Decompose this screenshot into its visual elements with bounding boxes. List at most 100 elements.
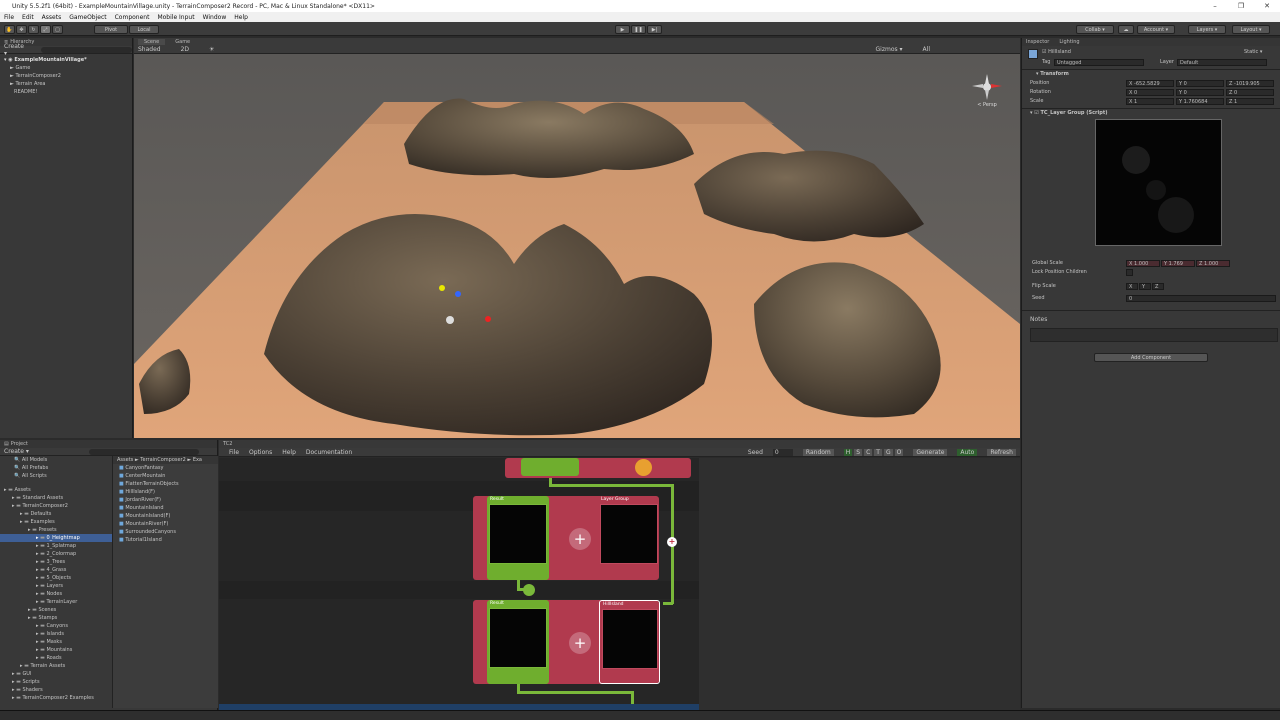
rotate-tool-icon[interactable]: ↻ <box>28 25 39 34</box>
project-folder-item[interactable]: ▸ ▬ Layers <box>0 582 112 590</box>
tc2-menu-options[interactable]: Options <box>249 449 272 456</box>
project-folder-item[interactable]: ▸ ▬ Scripts <box>0 678 112 686</box>
tc2-seed-field[interactable]: 0 <box>772 448 793 456</box>
hierarchy-item[interactable]: ► Game <box>0 64 132 72</box>
toggle-g[interactable]: G <box>883 448 893 456</box>
script-component-header[interactable]: ▾ ☑ TC_Layer Group (Script) <box>1030 109 1108 117</box>
light-toggle-icon[interactable]: ☀ <box>209 46 214 53</box>
project-folder-item[interactable]: ▸ ▬ Examples <box>0 518 112 526</box>
project-file-item[interactable]: ■ MountainIsland(F) <box>119 512 218 520</box>
node-top-orange-indicator[interactable] <box>635 459 652 476</box>
project-folder-item[interactable]: ▸ ▬ Nodes <box>0 590 112 598</box>
project-folder-item[interactable]: ▸ ▬ Stamps <box>0 614 112 622</box>
hierarchy-search-input[interactable] <box>40 46 132 53</box>
toggle-t[interactable]: T <box>874 448 882 456</box>
menu-gameobject[interactable]: GameObject <box>69 14 106 21</box>
project-file-item[interactable]: ■ FlattenTerrainObjects <box>119 480 218 488</box>
account-dropdown[interactable]: Account ▾ <box>1137 25 1175 34</box>
scale-y-field[interactable]: Y 1.760684 <box>1176 98 1224 105</box>
project-folder-item[interactable]: ▸ ▬ Mountains <box>0 646 112 654</box>
project-create-button[interactable]: Create ▾ <box>4 448 29 455</box>
project-folder-item[interactable]: ▸ ▬ Assets <box>0 486 112 494</box>
tc2-menu-help[interactable]: Help <box>282 449 296 456</box>
project-folder-item[interactable]: ▸ ▬ 1_Splatmap <box>0 542 112 550</box>
add-layer-button-2[interactable]: + <box>569 632 591 654</box>
favorite-item[interactable]: 🔍 All Scripts <box>0 472 112 480</box>
pivot-toggle[interactable]: Pivot <box>94 25 128 34</box>
scale-z-field[interactable]: Z 1 <box>1226 98 1274 105</box>
tc2-tab[interactable]: TC2 <box>219 440 1020 448</box>
menu-help[interactable]: Help <box>234 14 248 21</box>
position-z-field[interactable]: Z -1019.905 <box>1226 80 1274 87</box>
project-folder-item[interactable]: ▸ ▬ Roads <box>0 654 112 662</box>
project-folder-item[interactable]: ▸ ▬ Terrain Assets <box>0 662 112 670</box>
project-folder-item[interactable]: ▸ ▬ TerrainComposer2 Examples <box>0 694 112 702</box>
project-folder-item[interactable]: ▸ ▬ 4_Grass <box>0 566 112 574</box>
tc2-auto-toggle[interactable]: Auto <box>957 448 978 456</box>
global-scale-x-field[interactable]: X 1.000 <box>1126 260 1160 267</box>
project-tab[interactable]: ▤ Project <box>0 440 217 448</box>
tc2-refresh-button[interactable]: Refresh <box>987 448 1016 456</box>
toggle-s[interactable]: S <box>854 448 863 456</box>
project-folder-item[interactable]: ▸ ▬ Defaults <box>0 510 112 518</box>
step-button[interactable]: ▶| <box>647 25 662 34</box>
menu-assets[interactable]: Assets <box>42 14 62 21</box>
minimize-button[interactable]: – <box>1202 0 1228 12</box>
tab-scene[interactable]: Scene <box>138 39 166 45</box>
mode-2d-toggle[interactable]: 2D <box>181 46 189 53</box>
project-file-item[interactable]: ■ MountainRiver(F) <box>119 520 218 528</box>
shading-dropdown[interactable]: Shaded <box>138 46 161 53</box>
hillisland-node-inner[interactable]: HillIsland <box>599 600 660 684</box>
toggle-c[interactable]: C <box>864 448 873 456</box>
project-folder-item[interactable]: ▸ ▬ GUI <box>0 670 112 678</box>
position-x-field[interactable]: X -652.5829 <box>1126 80 1174 87</box>
static-dropdown[interactable]: Static ▾ <box>1244 48 1262 56</box>
seed-field[interactable]: 0 <box>1126 295 1276 302</box>
gizmo-y-handle[interactable] <box>439 285 445 291</box>
result-node-1[interactable]: Result <box>487 496 549 580</box>
rotation-x-field[interactable]: X 0 <box>1126 89 1174 96</box>
favorite-item[interactable]: 🔍 All Prefabs <box>0 464 112 472</box>
move-tool-icon[interactable]: ✥ <box>16 25 27 34</box>
close-button[interactable]: ✕ <box>1254 0 1280 12</box>
project-folder-item[interactable]: ▸ ▬ TerrainLayer <box>0 598 112 606</box>
collab-dropdown[interactable]: Collab ▾ <box>1076 25 1114 34</box>
project-folder-item[interactable]: ▸ ▬ 3_Trees <box>0 558 112 566</box>
tc2-generate-button[interactable]: Generate <box>913 448 948 456</box>
scene-orientation-gizmo[interactable]: < Persp <box>972 74 1002 108</box>
project-file-item[interactable]: ■ CanyonFantasy <box>119 464 218 472</box>
project-breadcrumb[interactable]: Assets ► TerrainComposer2 ► Exa <box>113 456 218 464</box>
menu-mobile-input[interactable]: Mobile Input <box>157 14 194 21</box>
persp-label[interactable]: < Persp <box>972 102 1002 108</box>
cloud-icon[interactable]: ☁ <box>1118 25 1134 34</box>
rect-tool-icon[interactable]: ▢ <box>52 25 63 34</box>
tc2-random-button[interactable]: Random <box>802 448 834 456</box>
tab-lighting[interactable]: Lighting <box>1059 39 1079 45</box>
project-folder-item[interactable]: ▸ ▬ Masks <box>0 638 112 646</box>
project-folder-item[interactable]: ▸ ▬ 2_Colormap <box>0 550 112 558</box>
layer-dropdown[interactable]: Default <box>1177 59 1267 66</box>
gizmos-dropdown[interactable]: Gizmos ▾ <box>876 46 903 53</box>
pause-button[interactable]: ❚❚ <box>631 25 646 34</box>
tab-game[interactable]: Game <box>169 39 196 45</box>
add-component-button[interactable]: Add Component <box>1094 353 1208 362</box>
layout-dropdown[interactable]: Layout ▾ <box>1232 25 1270 34</box>
node-top-green[interactable] <box>521 458 579 476</box>
menu-component[interactable]: Component <box>115 14 150 21</box>
add-node-icon[interactable]: + <box>667 537 677 547</box>
rotation-y-field[interactable]: Y 0 <box>1176 89 1224 96</box>
play-button[interactable]: ▶ <box>615 25 630 34</box>
position-y-field[interactable]: Y 0 <box>1176 80 1224 87</box>
project-file-item[interactable]: ■ SurroundedCanyons <box>119 528 218 536</box>
project-search-input[interactable] <box>88 448 199 455</box>
project-file-item[interactable]: ■ CenterMountain <box>119 472 218 480</box>
hand-tool-icon[interactable]: ✋ <box>4 25 15 34</box>
hierarchy-item[interactable]: ► TerrainComposer2 <box>0 72 132 80</box>
gizmo-z-handle[interactable] <box>455 291 461 297</box>
object-name-field[interactable]: HillIsland <box>1048 49 1071 55</box>
menu-window[interactable]: Window <box>203 14 227 21</box>
active-checkbox[interactable]: ☑ HillIsland <box>1042 48 1071 56</box>
hierarchy-item[interactable]: README! <box>0 88 132 96</box>
tc2-menu-documentation[interactable]: Documentation <box>306 449 352 456</box>
toggle-o[interactable]: O <box>894 448 904 456</box>
